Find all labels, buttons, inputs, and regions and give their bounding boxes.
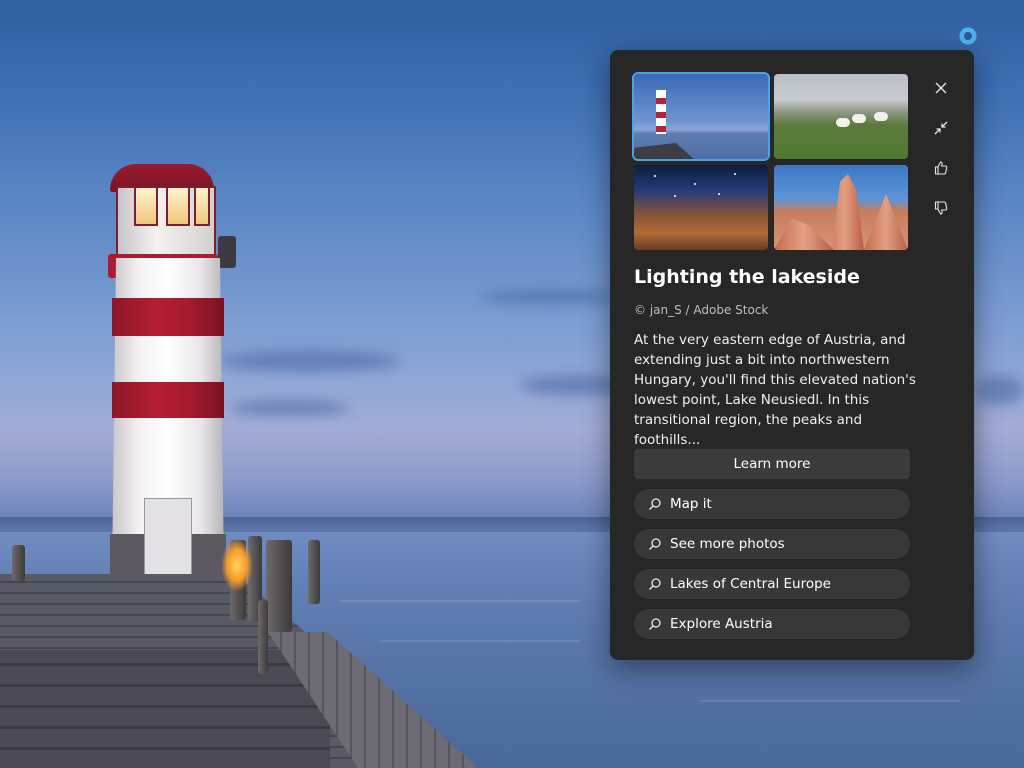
- lakes-of-central-europe-link[interactable]: Lakes of Central Europe: [634, 569, 910, 599]
- see-more-photos-link[interactable]: See more photos: [634, 529, 910, 559]
- map-it-link[interactable]: Map it: [634, 489, 910, 519]
- collapse-button[interactable]: [928, 115, 954, 141]
- spotlight-panel: Lighting the lakeside © jan_S / Adobe St…: [610, 50, 974, 660]
- search-icon: [649, 618, 661, 630]
- collapse-icon: [934, 121, 948, 135]
- lighthouse-thumbnail[interactable]: [632, 72, 770, 161]
- explore-austria-link[interactable]: Explore Austria: [634, 609, 910, 639]
- search-icon: [649, 538, 661, 550]
- sheep-thumbnail[interactable]: [774, 74, 908, 159]
- spotlight-app-icon[interactable]: [958, 26, 978, 46]
- like-button[interactable]: [928, 155, 954, 181]
- search-link-label: Explore Austria: [670, 616, 773, 632]
- search-link-label: Map it: [670, 496, 712, 512]
- close-icon: [935, 82, 947, 94]
- spotlight-description: At the very eastern edge of Austria, and…: [634, 332, 916, 448]
- search-link-label: Lakes of Central Europe: [670, 576, 831, 592]
- spotlight-title: Lighting the lakeside: [634, 266, 860, 288]
- dislike-button[interactable]: [928, 195, 954, 221]
- search-icon: [649, 578, 661, 590]
- photo-credit: © jan_S / Adobe Stock: [634, 303, 769, 317]
- search-icon: [649, 498, 661, 510]
- thumbs-down-icon: [934, 201, 948, 215]
- learn-more-button[interactable]: Learn more: [634, 449, 910, 479]
- thumbs-up-icon: [934, 161, 948, 175]
- nebula-thumbnail[interactable]: [634, 165, 768, 250]
- close-button[interactable]: [928, 75, 954, 101]
- desktop: Lighting the lakeside © jan_S / Adobe St…: [0, 0, 1024, 768]
- search-link-label: See more photos: [670, 536, 785, 552]
- red-rocks-thumbnail[interactable]: [774, 165, 908, 250]
